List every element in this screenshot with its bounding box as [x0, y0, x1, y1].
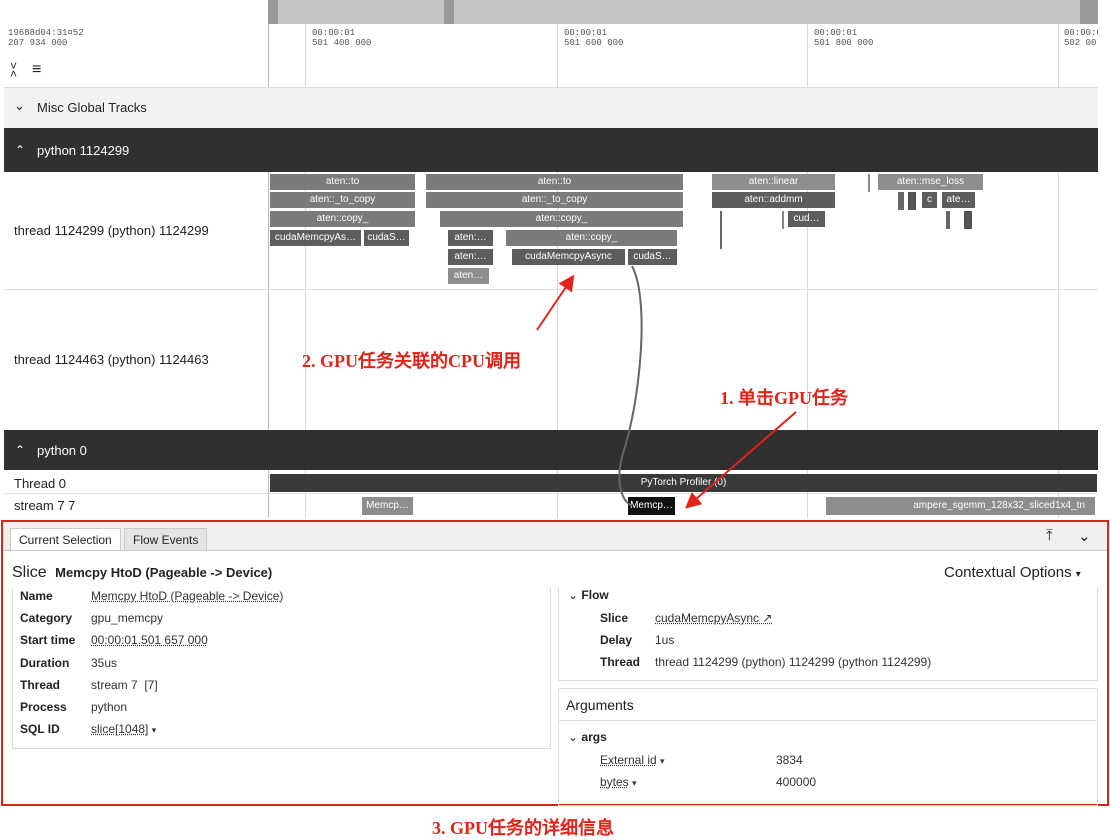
arg-key: bytes	[600, 775, 629, 789]
chevron-down-icon: ⌄	[568, 588, 578, 602]
arg-key-dropdown[interactable]: External id ▾	[600, 753, 665, 767]
detail-value: gpu_memcpy	[91, 611, 163, 625]
args-toggle[interactable]: ⌄ args	[568, 730, 607, 744]
arguments-box	[558, 688, 1098, 806]
detail-label: Process	[20, 700, 67, 714]
pin-top-icon[interactable]: ⤒	[1046, 527, 1053, 544]
arguments-header: Arguments	[566, 697, 634, 713]
flow-arrow	[619, 266, 641, 506]
arg-key-dropdown[interactable]: bytes ▾	[600, 775, 637, 789]
args-header: args	[581, 730, 606, 744]
flow-value: thread 1124299 (python) 1124299 (python …	[655, 655, 931, 669]
flow-header: Flow	[581, 588, 608, 602]
slice-title: Slice Memcpy HtoD (Pageable -> Device)	[12, 564, 272, 582]
tab-current-selection[interactable]: Current Selection	[10, 528, 121, 550]
detail-value: 35us	[91, 656, 117, 670]
slice-word: Slice	[12, 564, 47, 581]
annotation-arrow	[537, 278, 572, 330]
chevron-down-icon: ⌄	[568, 730, 578, 744]
detail-label: Name	[20, 589, 53, 603]
annotation-1: 1. 单击GPU任务	[720, 384, 848, 410]
flow-value: 1us	[655, 633, 674, 647]
contextual-options-label: Contextual Options	[944, 564, 1072, 581]
annotation-3: 3. GPU任务的详细信息	[432, 814, 614, 840]
slice-name: Memcpy HtoD (Pageable -> Device)	[55, 565, 272, 580]
detail-label: Category	[20, 611, 72, 625]
arg-value: 3834	[776, 753, 803, 767]
detail-value[interactable]: Memcpy HtoD (Pageable -> Device)	[91, 589, 283, 603]
caret-down-icon: ▾	[632, 778, 637, 788]
detail-label: SQL ID	[20, 722, 60, 736]
detail-value: python	[91, 700, 127, 714]
detail-label: Duration	[20, 656, 69, 670]
flow-label: Delay	[600, 633, 632, 647]
caret-down-icon: ▾	[152, 725, 157, 735]
sql-id-dropdown[interactable]: slice[1048] ▾	[91, 722, 156, 736]
detail-value: stream 7 [7]	[91, 678, 158, 692]
flow-label: Thread	[600, 655, 640, 669]
arg-key: External id	[600, 753, 657, 767]
contextual-options-button[interactable]: Contextual Options ▾	[944, 564, 1081, 581]
annotation-arrow	[688, 412, 796, 506]
tab-flow-events[interactable]: Flow Events	[124, 528, 207, 550]
annotation-2: 2. GPU任务关联的CPU调用	[302, 347, 521, 373]
chevron-down-icon[interactable]: ⌄	[1078, 527, 1091, 545]
detail-label: Thread	[20, 678, 60, 692]
caret-down-icon: ▾	[1076, 569, 1081, 580]
detail-value[interactable]: 00:00:01.501 657 000	[91, 633, 208, 647]
sql-id-value: slice[1048]	[91, 722, 148, 736]
flow-slice-link[interactable]: cudaMemcpyAsync ↗	[655, 611, 772, 625]
arg-value: 400000	[776, 775, 816, 789]
detail-label: Start time	[20, 633, 75, 647]
flow-toggle[interactable]: ⌄ Flow	[568, 588, 609, 602]
flow-label: Slice	[600, 611, 628, 625]
caret-down-icon: ▾	[660, 756, 665, 766]
